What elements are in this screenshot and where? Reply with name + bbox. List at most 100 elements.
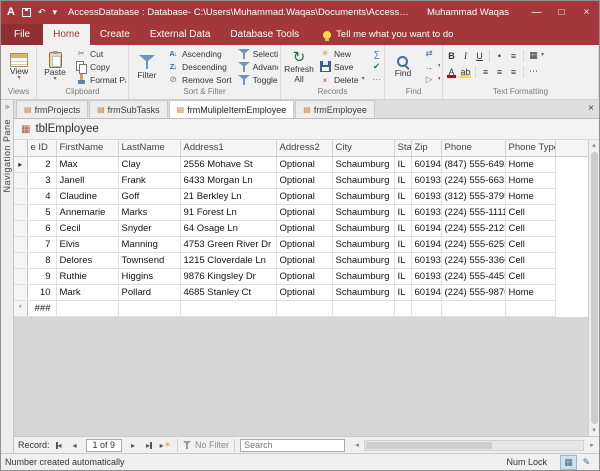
table-cell[interactable]: Schaumburg [332,188,394,204]
navigation-pane-collapsed[interactable]: » Navigation Pane [1,100,14,453]
filter-indicator[interactable]: No Filter [177,439,235,452]
column-header[interactable]: Phone Type [505,140,555,156]
underline-button[interactable]: U [473,49,486,62]
last-record-button[interactable]: ▸ [142,439,156,452]
table-cell[interactable]: 6433 Morgan Ln [180,172,276,188]
table-cell[interactable]: Cell [505,220,555,236]
scroll-right-icon[interactable]: ▸ [585,441,599,449]
table-cell[interactable]: Cecil [56,220,118,236]
column-header[interactable]: Address1 [180,140,276,156]
table-cell[interactable] [180,300,276,316]
table-cell[interactable]: 60194 [411,236,441,252]
table-cell[interactable]: 4753 Green River Dr [180,236,276,252]
table-cell[interactable]: (224) 555-6255 [441,236,505,252]
vertical-scrollbar-thumb[interactable] [591,152,598,424]
table-cell[interactable]: Home [505,284,555,300]
row-selector[interactable] [14,236,27,252]
table-cell[interactable]: 9 [27,268,56,284]
tab-database-tools[interactable]: Database Tools [220,24,309,45]
table-cell[interactable] [276,300,332,316]
horizontal-scrollbar[interactable]: ◂ ▸ [350,437,599,454]
table-cell[interactable]: IL [394,172,411,188]
column-header[interactable]: LastName [118,140,180,156]
tell-me-box[interactable]: Tell me what you want to do [323,24,453,45]
tab-external-data[interactable]: External Data [140,24,221,45]
table-cell[interactable]: IL [394,204,411,220]
table-cell[interactable]: 4685 Stanley Ct [180,284,276,300]
row-selector[interactable]: ▸ [14,156,27,172]
table-cell[interactable]: 4 [27,188,56,204]
selection-button[interactable]: Selection▾ [236,47,278,60]
list-button[interactable]: ≡ [507,49,520,62]
table-cell[interactable]: Home [505,172,555,188]
table-cell[interactable]: 9876 Kingsley Dr [180,268,276,284]
table-cell[interactable]: 1215 Cloverdale Ln [180,252,276,268]
design-view-button[interactable]: ✎ [578,455,595,470]
record-search-input[interactable] [240,439,345,452]
table-cell[interactable]: IL [394,268,411,284]
find-button[interactable]: Find [387,46,419,86]
table-cell[interactable]: Frank [118,172,180,188]
tab-create[interactable]: Create [90,24,140,45]
row-selector[interactable] [14,204,27,220]
table-cell[interactable]: IL [394,284,411,300]
new-record-button[interactable]: ✳New [317,47,367,60]
table-cell[interactable]: Townsend [118,252,180,268]
table-cell[interactable]: 3 [27,172,56,188]
table-cell[interactable]: Snyder [118,220,180,236]
minimize-button[interactable]: — [524,1,549,24]
italic-button[interactable]: I [459,49,472,62]
table-cell[interactable] [411,300,441,316]
new-blank-record-button[interactable]: ▸✳ [158,439,172,452]
table-cell[interactable]: IL [394,188,411,204]
table-cell[interactable]: (224) 555-2123 [441,220,505,236]
row-selector[interactable] [14,268,27,284]
more-button[interactable]: ⋯ [369,73,382,86]
table-cell[interactable]: Delores [56,252,118,268]
table-cell[interactable] [505,300,555,316]
table-cell[interactable]: 60193 [411,172,441,188]
table-cell[interactable]: 60193 [411,252,441,268]
save-quick-button[interactable] [22,8,31,17]
table-cell[interactable]: 60194 [411,220,441,236]
undo-button[interactable]: ↶ [38,8,46,17]
goto-button[interactable]: →▾ [421,60,440,73]
table-cell[interactable]: Optional [276,172,332,188]
advanced-button[interactable]: Advanced▾ [236,60,278,73]
maximize-button[interactable]: □ [549,1,574,24]
align-center-button[interactable]: ≡ [493,65,506,78]
table-cell[interactable]: Cell [505,252,555,268]
column-header[interactable]: Zip [411,140,441,156]
replace-button[interactable]: ⇄ [421,47,440,60]
tab-frmEmployee[interactable]: ▤ frmEmployee [295,100,375,118]
table-cell[interactable]: Optional [276,156,332,172]
scroll-down-icon[interactable]: ▾ [592,425,596,436]
table-cell[interactable]: 6 [27,220,56,236]
horizontal-scrollbar-thumb[interactable] [366,442,492,449]
close-document-button[interactable]: × [588,104,594,114]
table-cell[interactable] [118,300,180,316]
table-cell[interactable]: Optional [276,252,332,268]
ascending-button[interactable]: A↓Ascending [165,47,234,60]
table-cell[interactable]: Elvis [56,236,118,252]
copy-button[interactable]: Copy [73,60,126,73]
table-cell[interactable]: 8 [27,252,56,268]
signed-in-user[interactable]: Muhammad Waqas [427,7,509,18]
totals-button[interactable]: ∑ [369,47,382,60]
vertical-scrollbar[interactable]: ▴ ▾ [588,140,599,436]
table-cell[interactable]: Marks [118,204,180,220]
table-cell[interactable]: Mark [56,284,118,300]
table-cell[interactable]: 60193 [411,204,441,220]
table-cell[interactable]: Optional [276,204,332,220]
descending-button[interactable]: Z↓Descending [165,60,234,73]
table-cell[interactable]: Optional [276,188,332,204]
table-cell[interactable]: IL [394,156,411,172]
table-cell[interactable]: 91 Forest Ln [180,204,276,220]
table-cell[interactable]: 2 [27,156,56,172]
select-all-corner[interactable] [14,140,27,156]
more-formatting-button[interactable]: ⋯ [527,65,540,78]
table-cell[interactable]: IL [394,220,411,236]
table-cell[interactable]: Schaumburg [332,220,394,236]
remove-sort-button[interactable]: ⊘Remove Sort [165,73,234,86]
table-cell[interactable]: Schaumburg [332,172,394,188]
